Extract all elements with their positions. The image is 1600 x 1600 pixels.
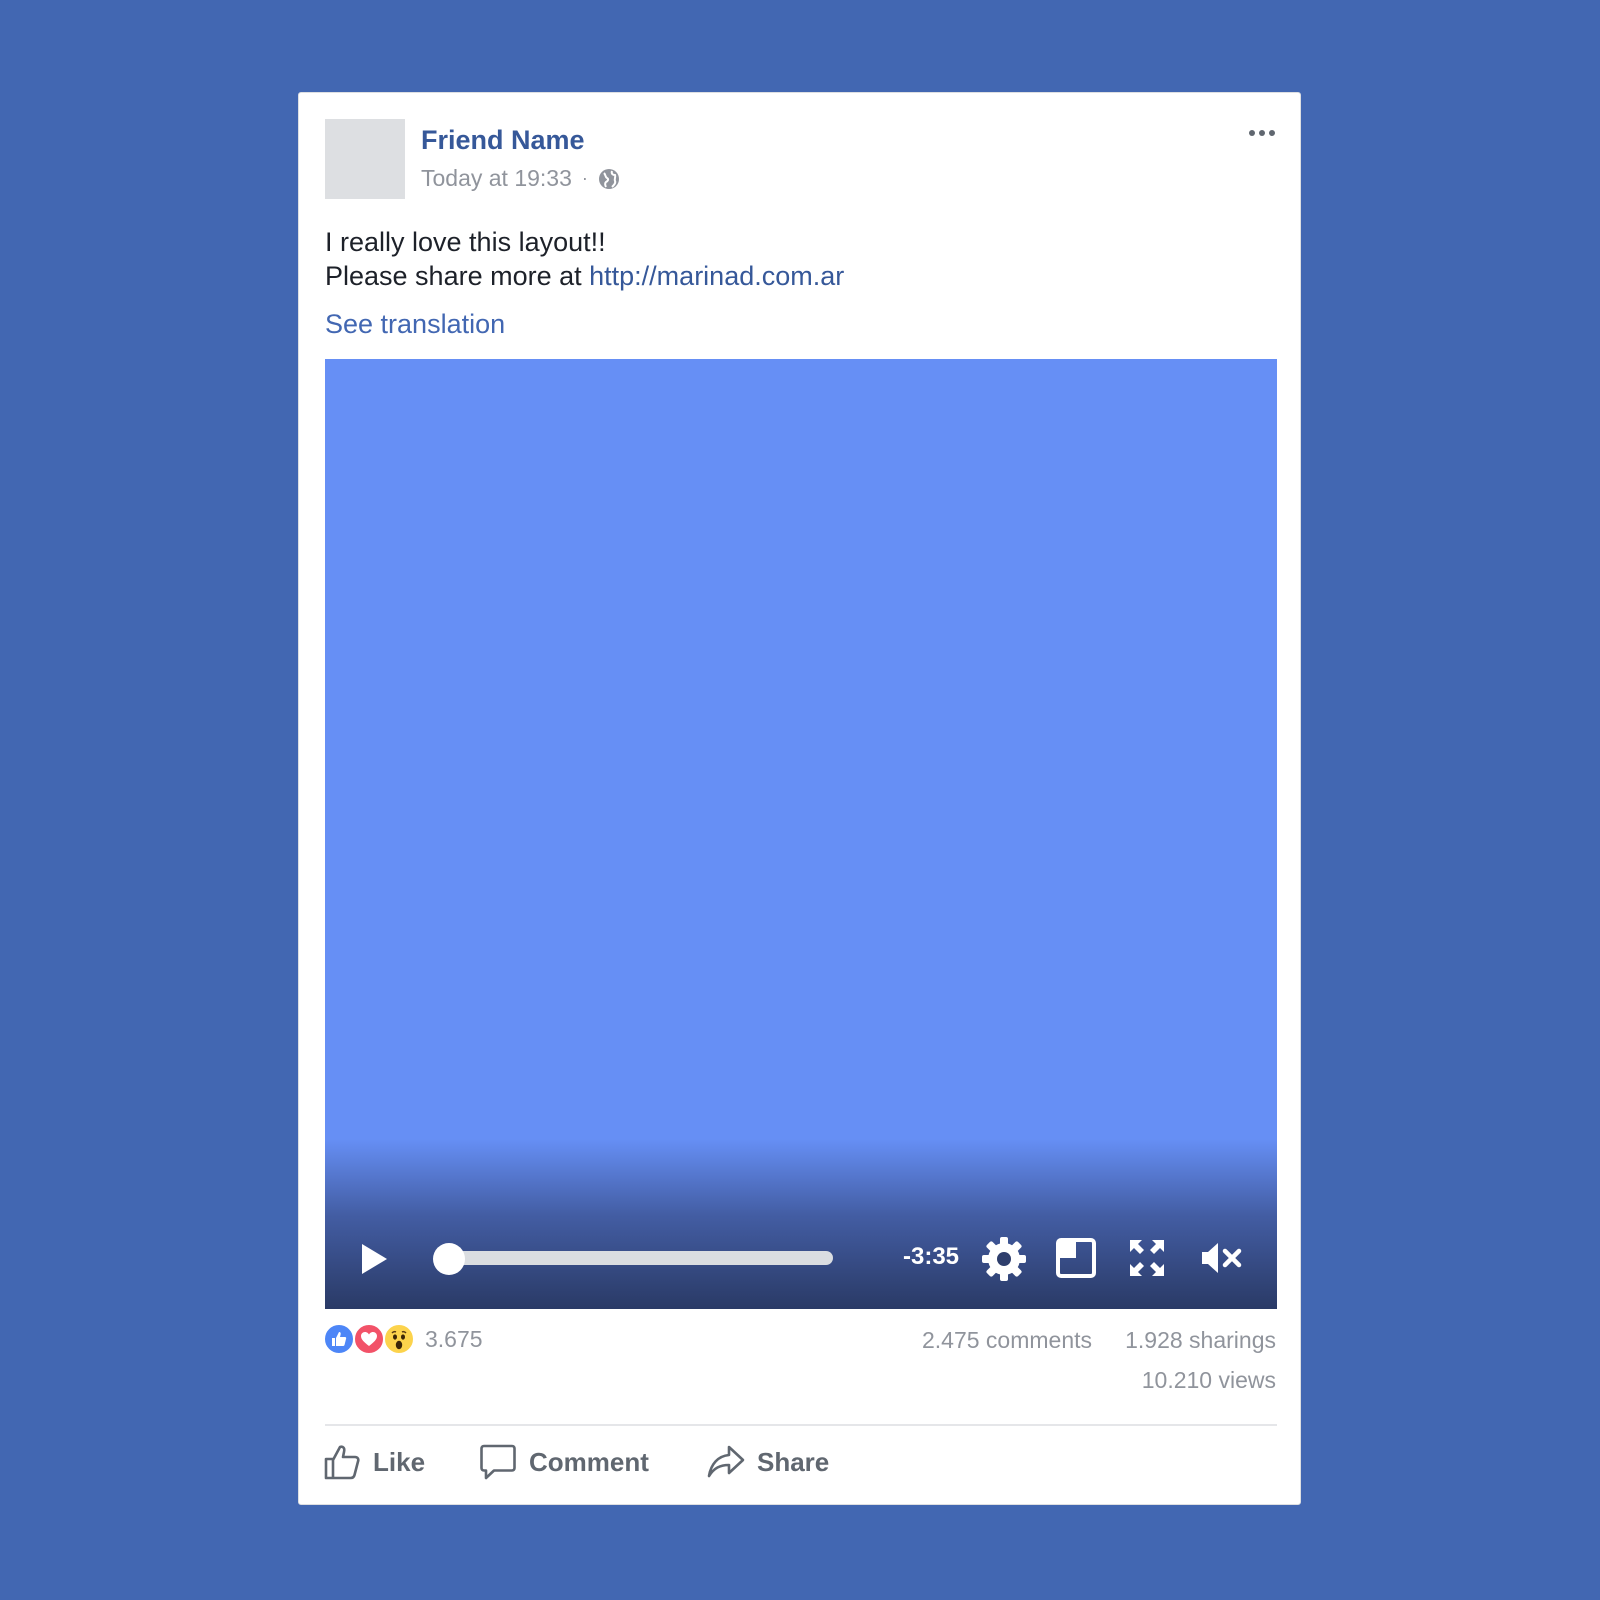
picture-in-picture-icon[interactable] — [1055, 1237, 1097, 1279]
shares-count[interactable]: 1.928 sharings — [1125, 1327, 1276, 1354]
reactions-summary[interactable]: 3.675 — [323, 1323, 483, 1355]
timestamp[interactable]: Today at 19:33 — [421, 165, 572, 192]
actions-divider — [325, 1424, 1277, 1426]
play-icon[interactable] — [359, 1242, 389, 1276]
author-name[interactable]: Friend Name — [421, 125, 585, 156]
video-controls-gradient — [325, 1139, 1277, 1309]
avatar[interactable] — [325, 119, 405, 199]
meta-separator: · — [581, 168, 588, 188]
views-count: 10.210 views — [1141, 1367, 1276, 1393]
post-text-prefix: Please share more at — [325, 261, 590, 291]
reaction-count: 3.675 — [425, 1325, 483, 1352]
post-text-line2: Please share more at http://marinad.com.… — [325, 259, 844, 293]
post-meta: Today at 19:33 · — [421, 165, 620, 192]
post-text-line1: I really love this layout!! — [325, 227, 606, 257]
share-arrow-icon — [707, 1445, 745, 1478]
comments-count[interactable]: 2.475 comments — [922, 1327, 1092, 1354]
share-button[interactable]: Share — [707, 1443, 829, 1481]
like-label: Like — [373, 1446, 426, 1477]
comment-bubble-icon — [480, 1444, 516, 1480]
post-link[interactable]: http://marinad.com.ar — [589, 261, 844, 291]
comment-button[interactable]: Comment — [479, 1443, 649, 1481]
thumbs-up-icon — [324, 1445, 360, 1480]
ellipsis-icon[interactable] — [1244, 121, 1280, 145]
seek-bar[interactable] — [435, 1251, 833, 1265]
like-reaction-icon — [323, 1323, 355, 1355]
wow-reaction-icon — [383, 1323, 415, 1355]
muted-speaker-icon[interactable] — [1201, 1241, 1243, 1275]
time-remaining: -3:35 — [903, 1243, 960, 1270]
see-translation-link[interactable]: See translation — [325, 309, 505, 340]
post-card: Friend Name Today at 19:33 · I really lo… — [298, 92, 1301, 1505]
like-button[interactable]: Like — [323, 1443, 425, 1481]
comment-label: Comment — [529, 1446, 649, 1477]
video-player[interactable]: -3:35 — [325, 359, 1277, 1309]
seek-handle[interactable] — [433, 1243, 465, 1275]
globe-icon[interactable] — [598, 168, 620, 190]
love-reaction-icon — [353, 1323, 385, 1355]
gear-icon[interactable] — [981, 1236, 1027, 1282]
share-label: Share — [757, 1446, 830, 1477]
post-text: I really love this layout!! Please share… — [325, 225, 844, 293]
fullscreen-icon[interactable] — [1129, 1239, 1165, 1277]
